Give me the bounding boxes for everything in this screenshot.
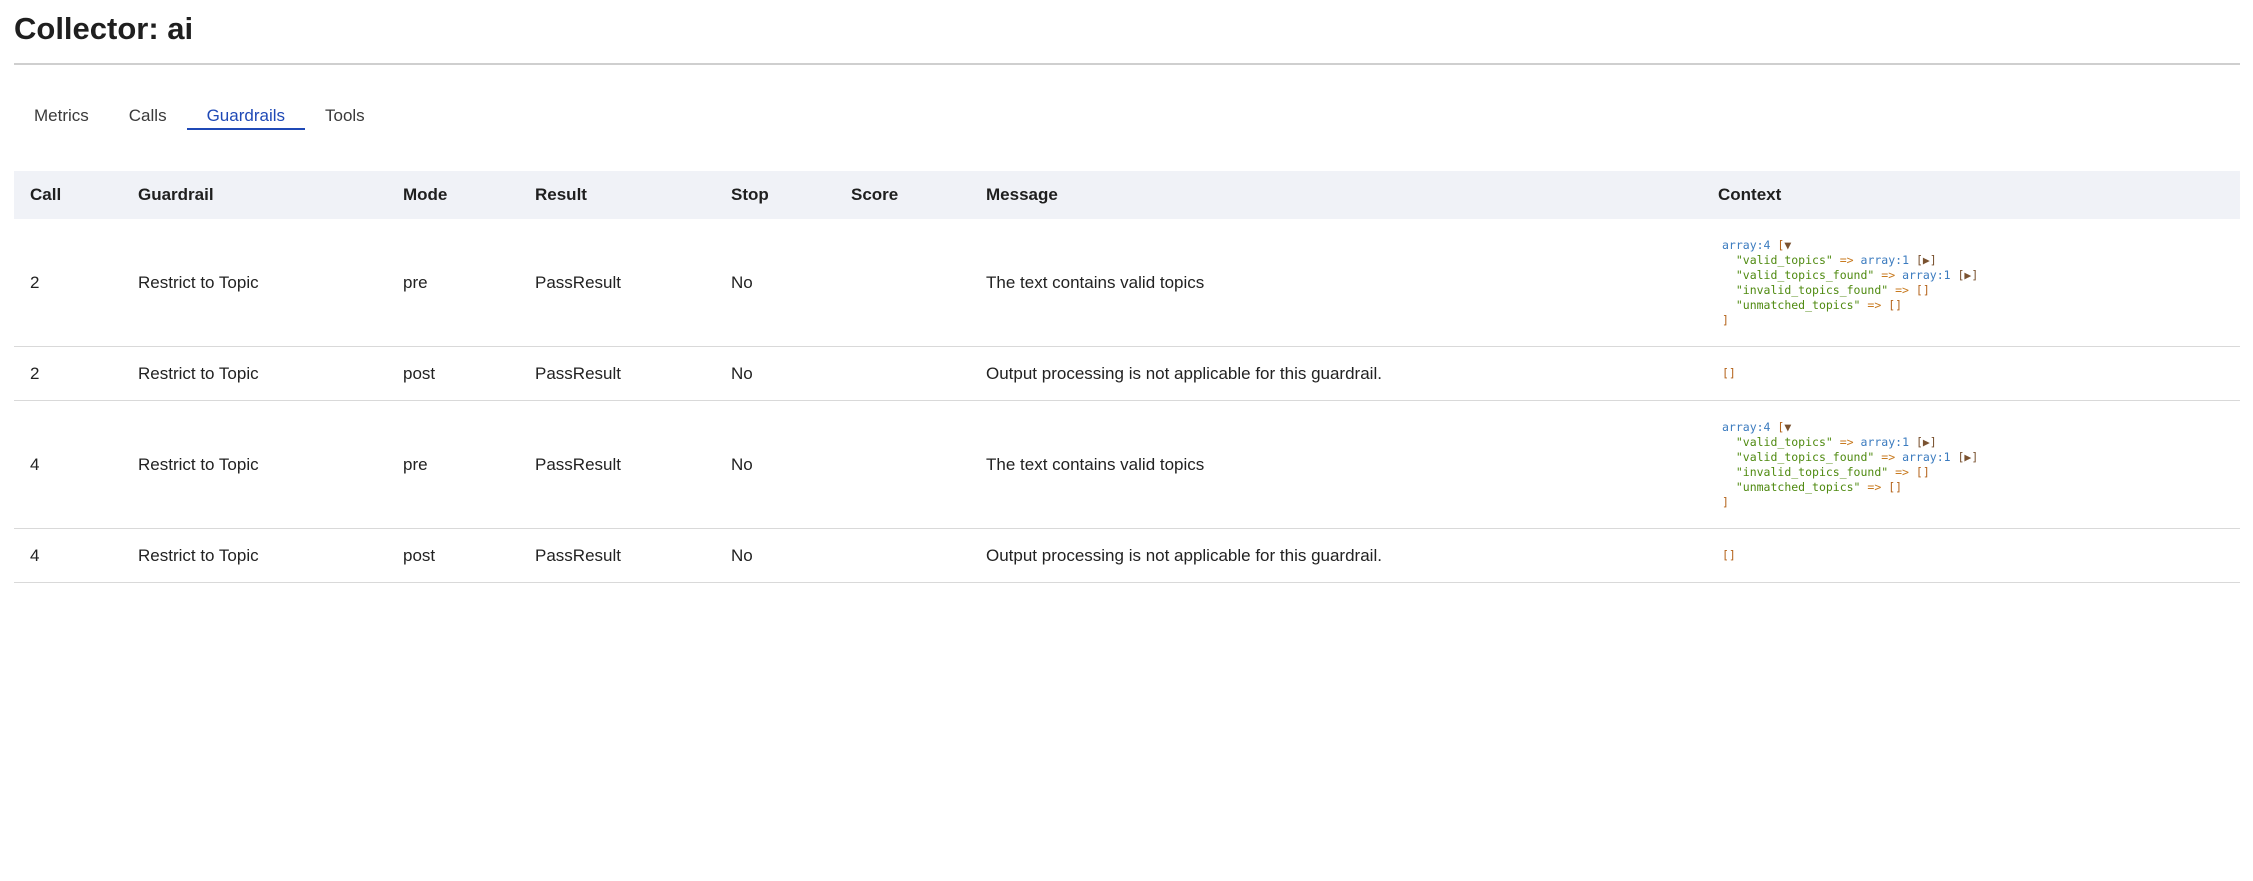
column-header-stop: Stop: [715, 171, 835, 219]
context-dump: array:4 [▼ "valid_topics" => array:1 [▶]…: [1722, 420, 2240, 510]
dump-key: "invalid_topics_found": [1735, 464, 1889, 479]
cell-call: 4: [14, 528, 122, 583]
cell-mode: pre: [387, 400, 519, 529]
column-header-context: Context: [1702, 171, 2240, 219]
cell-context: []: [1702, 346, 2240, 401]
cell-score: [835, 219, 970, 347]
context-dump: array:4 [▼ "valid_topics" => array:1 [▶]…: [1722, 238, 2240, 328]
table-row: 2 Restrict to Topic pre PassResult No Th…: [14, 219, 2240, 347]
cell-score: [835, 528, 970, 583]
dump-key: "valid_topics_found": [1735, 267, 1875, 282]
dump-arrow: =>: [1867, 297, 1882, 312]
cell-guardrail: Restrict to Topic: [122, 400, 387, 529]
cell-message: Output processing is not applicable for …: [970, 528, 1702, 583]
dump-key: "valid_topics_found": [1735, 449, 1875, 464]
column-header-score: Score: [835, 171, 970, 219]
title-divider: [14, 63, 2240, 65]
dump-arrow: =>: [1839, 252, 1854, 267]
table-row: 4 Restrict to Topic pre PassResult No Th…: [14, 400, 2240, 529]
dump-key: "valid_topics": [1735, 252, 1833, 267]
cell-result: PassResult: [519, 528, 715, 583]
cell-mode: pre: [387, 219, 519, 347]
cell-message: The text contains valid topics: [970, 219, 1702, 347]
cell-message: The text contains valid topics: [970, 400, 1702, 529]
cell-mode: post: [387, 528, 519, 583]
tab-metrics[interactable]: Metrics: [14, 104, 109, 132]
expand-toggle-icon[interactable]: [▶]: [1916, 253, 1937, 267]
cell-mode: post: [387, 346, 519, 401]
collapse-toggle-icon[interactable]: ▼: [1784, 420, 1791, 434]
table-row: 2 Restrict to Topic post PassResult No O…: [14, 346, 2240, 401]
dump-key: "unmatched_topics": [1735, 297, 1861, 312]
dump-type: array:1: [1902, 449, 1951, 464]
dump-arrow: =>: [1895, 464, 1909, 479]
cell-guardrail: Restrict to Topic: [122, 528, 387, 583]
tab-guardrails[interactable]: Guardrails: [186, 104, 305, 130]
context-dump: []: [1722, 366, 2240, 381]
column-header-call: Call: [14, 171, 122, 219]
page: Collector: ai Metrics Calls Guardrails T…: [0, 0, 2253, 881]
column-header-mode: Mode: [387, 171, 519, 219]
cell-score: [835, 346, 970, 401]
cell-context: array:4 [▼ "valid_topics" => array:1 [▶]…: [1702, 400, 2240, 529]
cell-message: Output processing is not applicable for …: [970, 346, 1702, 401]
table-header-row: Call Guardrail Mode Result Stop Score Me…: [14, 171, 2240, 219]
dump-key: "valid_topics": [1735, 434, 1833, 449]
cell-call: 2: [14, 219, 122, 347]
dump-empty-array: []: [1722, 366, 1736, 380]
dump-arrow: =>: [1895, 282, 1909, 297]
cell-guardrail: Restrict to Topic: [122, 346, 387, 401]
context-dump: []: [1722, 548, 2240, 563]
dump-empty-array: []: [1915, 464, 1930, 479]
tab-tools[interactable]: Tools: [305, 104, 385, 132]
dump-empty-array: []: [1915, 282, 1930, 297]
dump-empty-array: []: [1722, 548, 1736, 562]
cell-call: 4: [14, 400, 122, 529]
dump-arrow: =>: [1881, 449, 1896, 464]
collapse-toggle-icon[interactable]: ▼: [1784, 238, 1791, 252]
dump-key: "unmatched_topics": [1735, 479, 1861, 494]
dump-type: array:1: [1860, 252, 1909, 267]
table-row: 4 Restrict to Topic post PassResult No O…: [14, 528, 2240, 583]
cell-context: []: [1702, 528, 2240, 583]
tab-calls[interactable]: Calls: [109, 104, 187, 132]
dump-empty-array: []: [1888, 297, 1903, 312]
dump-close-bracket: ]: [1722, 312, 1729, 327]
guardrails-table: Call Guardrail Mode Result Stop Score Me…: [14, 171, 2240, 583]
column-header-result: Result: [519, 171, 715, 219]
dump-type: array:1: [1902, 267, 1951, 282]
dump-empty-array: []: [1888, 479, 1903, 494]
expand-toggle-icon[interactable]: [▶]: [1957, 268, 1978, 282]
dump-type: array:4: [1722, 419, 1771, 434]
dump-key: "invalid_topics_found": [1735, 282, 1889, 297]
cell-guardrail: Restrict to Topic: [122, 219, 387, 347]
dump-arrow: =>: [1867, 479, 1882, 494]
dump-type: array:1: [1860, 434, 1909, 449]
cell-stop: No: [715, 528, 835, 583]
cell-score: [835, 400, 970, 529]
column-header-message: Message: [970, 171, 1702, 219]
dump-arrow: =>: [1839, 434, 1854, 449]
dump-type: array:4: [1722, 237, 1771, 252]
cell-context: array:4 [▼ "valid_topics" => array:1 [▶]…: [1702, 219, 2240, 347]
cell-call: 2: [14, 346, 122, 401]
dump-close-bracket: ]: [1722, 494, 1729, 509]
expand-toggle-icon[interactable]: [▶]: [1916, 435, 1937, 449]
cell-result: PassResult: [519, 400, 715, 529]
cell-result: PassResult: [519, 219, 715, 347]
dump-arrow: =>: [1881, 267, 1896, 282]
cell-stop: No: [715, 400, 835, 529]
cell-stop: No: [715, 219, 835, 347]
tab-bar: Metrics Calls Guardrails Tools: [14, 104, 385, 132]
column-header-guardrail: Guardrail: [122, 171, 387, 219]
cell-result: PassResult: [519, 346, 715, 401]
page-title: Collector: ai: [14, 11, 194, 46]
cell-stop: No: [715, 346, 835, 401]
expand-toggle-icon[interactable]: [▶]: [1957, 450, 1978, 464]
